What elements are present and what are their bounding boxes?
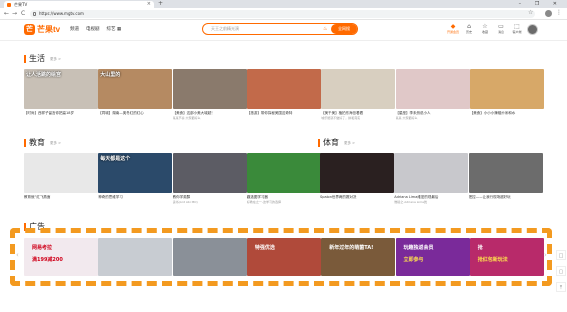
browser-profile-icon[interactable] — [545, 10, 552, 17]
section-education-title: 教育 — [29, 138, 45, 147]
lock-icon — [33, 12, 36, 16]
education-item-caption[interactable]: 教育就“红飞燕面 — [24, 195, 98, 200]
header-utilities: ◆ 开通会员 ⌂ 历史 ☆ 收藏 ▭ 消息 ⬚ 客户端 — [447, 23, 523, 34]
history-label: 历史 — [465, 30, 472, 34]
ads-highlight-outline — [10, 228, 552, 286]
life-item-overlay-text: 大山里的 — [100, 72, 121, 78]
life-item-caption[interactable]: 【旅游】带你探秘美国这奇特 — [247, 111, 321, 116]
history-icon: ⌂ — [467, 23, 471, 30]
top-nav: 频道 电视剧 综艺 ▦ — [70, 24, 121, 35]
tab-title: 芒果TV — [14, 2, 28, 7]
url-field[interactable]: https://www.mgtv.com — [30, 10, 535, 18]
ads-next-arrow-icon[interactable]: › — [544, 251, 547, 259]
education-item-thumbnail[interactable] — [172, 153, 247, 193]
favorites-button[interactable]: ☆ 收藏 — [479, 23, 491, 34]
forward-button[interactable]: → — [12, 9, 17, 19]
education-item-thumbnail[interactable] — [24, 153, 98, 193]
section-sports-more[interactable]: 更多 > — [344, 141, 355, 146]
section-sports-header: 体育 更多 > — [318, 138, 355, 147]
section-education-header: 教育 更多 > — [24, 138, 61, 147]
new-tab-button[interactable]: + — [158, 1, 163, 7]
sports-item-thumbnail[interactable] — [320, 153, 394, 193]
messages-button[interactable]: ▭ 消息 — [495, 23, 507, 34]
education-item-subcaption: 读书(Ant Abi MO) — [172, 200, 198, 204]
section-marker — [24, 54, 26, 63]
nav-channel[interactable]: 频道 — [70, 24, 79, 35]
user-avatar[interactable] — [527, 24, 538, 35]
bookmark-star-icon[interactable]: ☆ — [528, 8, 533, 18]
life-item-thumbnail[interactable] — [469, 69, 544, 109]
reload-button[interactable]: C — [21, 9, 25, 19]
education-item-subcaption: 好教在之一-这学习的选择 — [246, 200, 281, 204]
life-item-caption[interactable]: 【美食】小小小辣椒炒米和水 — [470, 111, 544, 116]
life-item-caption[interactable]: 【同城】湖南—奥冬红的红心 — [98, 111, 172, 116]
tab-close-icon[interactable]: × — [147, 1, 151, 8]
life-item-overlay-text: 让人活跳的绘宫 — [26, 72, 62, 78]
sports-item-thumbnail[interactable] — [394, 153, 469, 193]
messages-label: 消息 — [497, 30, 504, 34]
mgtv-logo[interactable]: 芒 芒果tv — [24, 24, 60, 35]
logo-text: 芒果tv — [37, 25, 61, 34]
logo-mark-icon: 芒 — [24, 24, 35, 35]
back-button[interactable]: ← — [4, 9, 9, 19]
desktop-icon: ⬚ — [514, 23, 520, 30]
browser-tab-strip: 芒果TV × + – ❐ ✕ — [0, 0, 567, 8]
side-tool-client-icon[interactable]: ▢ — [556, 266, 566, 276]
search-button[interactable]: 全网搜 — [331, 24, 357, 34]
section-life-title: 生活 — [29, 54, 45, 63]
education-item-overlay-text: 每天都是这个 — [100, 156, 131, 162]
url-text: https://www.mgtv.com — [39, 11, 84, 16]
diamond-icon: ◆ — [450, 23, 456, 30]
sports-item-caption[interactable]: 把控——让我行现场超好玩 — [469, 195, 543, 200]
section-marker — [24, 138, 26, 147]
nav-tv-series[interactable]: 电视剧 — [86, 24, 100, 35]
nav-variety[interactable]: 综艺 ▦ — [107, 24, 122, 35]
section-marker — [318, 138, 320, 147]
section-education-more[interactable]: 更多 > — [50, 141, 61, 146]
section-sports-title: 体育 — [323, 138, 339, 147]
search-box: 天王之前精光演 ♨ 全网搜 — [202, 23, 358, 35]
life-item-subcaption: 某某节奏·大家都好么 — [172, 116, 201, 120]
life-item-thumbnail[interactable] — [246, 69, 321, 109]
sports-item-thumbnail[interactable] — [468, 153, 543, 193]
life-item-thumbnail[interactable]: 大山里的 — [98, 69, 173, 109]
browser-tab[interactable]: 芒果TV × — [4, 1, 154, 8]
client-button[interactable]: ⬚ 客户端 — [511, 23, 523, 34]
education-item-thumbnail[interactable] — [246, 153, 321, 193]
life-item-caption[interactable]: 【时尚】西祥子留言你把高18岁 — [24, 111, 98, 116]
sports-item-subcaption: 维秘之·Adriana Lima舞 — [394, 200, 428, 204]
star-icon: ☆ — [482, 23, 488, 30]
hot-fire-icon: ♨ — [323, 26, 328, 32]
favorites-label: 收藏 — [481, 30, 488, 34]
life-item-thumbnail[interactable]: 让人活跳的绘宫 — [24, 69, 98, 109]
vip-label: 开通会员 — [447, 30, 460, 34]
client-label: 客户端 — [512, 30, 522, 34]
section-life-header: 生活 更多 > — [24, 54, 61, 63]
life-item-subcaption: 某某·大家都好么 — [395, 116, 418, 120]
sports-item-caption[interactable]: Spalon世界两的赛对决 — [320, 195, 394, 200]
message-icon: ▭ — [498, 23, 504, 30]
site-header: 芒 芒果tv 频道 电视剧 综艺 ▦ 天王之前精光演 ♨ 全网搜 ◆ 开通会员 … — [0, 20, 567, 41]
life-item-thumbnail[interactable] — [395, 69, 470, 109]
section-life-more[interactable]: 更多 > — [50, 57, 61, 62]
browser-menu-icon[interactable]: ⋮ — [556, 8, 562, 18]
education-item-thumbnail[interactable]: 每天都是这个 — [98, 153, 173, 193]
life-item-thumbnail[interactable] — [172, 69, 247, 109]
life-item-subcaption: 城乐能就不做好了，拼和真实 — [321, 116, 361, 120]
life-item-thumbnail[interactable] — [321, 69, 396, 109]
vip-button[interactable]: ◆ 开通会员 — [447, 23, 459, 34]
address-bar-row: ← → C https://www.mgtv.com ☆ ⋮ — [0, 8, 567, 20]
window-controls[interactable]: – ❐ ✕ — [519, 0, 563, 8]
mgtv-favicon-icon — [7, 2, 11, 7]
education-item-caption[interactable]: 神奇的思维学习 — [98, 195, 172, 200]
back-to-top-icon[interactable]: ⤒ — [556, 282, 566, 292]
ads-prev-arrow-icon[interactable]: ‹ — [16, 251, 19, 259]
side-tool-feedback-icon[interactable]: □ — [556, 250, 566, 260]
search-input[interactable]: 天王之前精光演 — [211, 24, 239, 34]
history-button[interactable]: ⌂ 历史 — [463, 23, 475, 34]
